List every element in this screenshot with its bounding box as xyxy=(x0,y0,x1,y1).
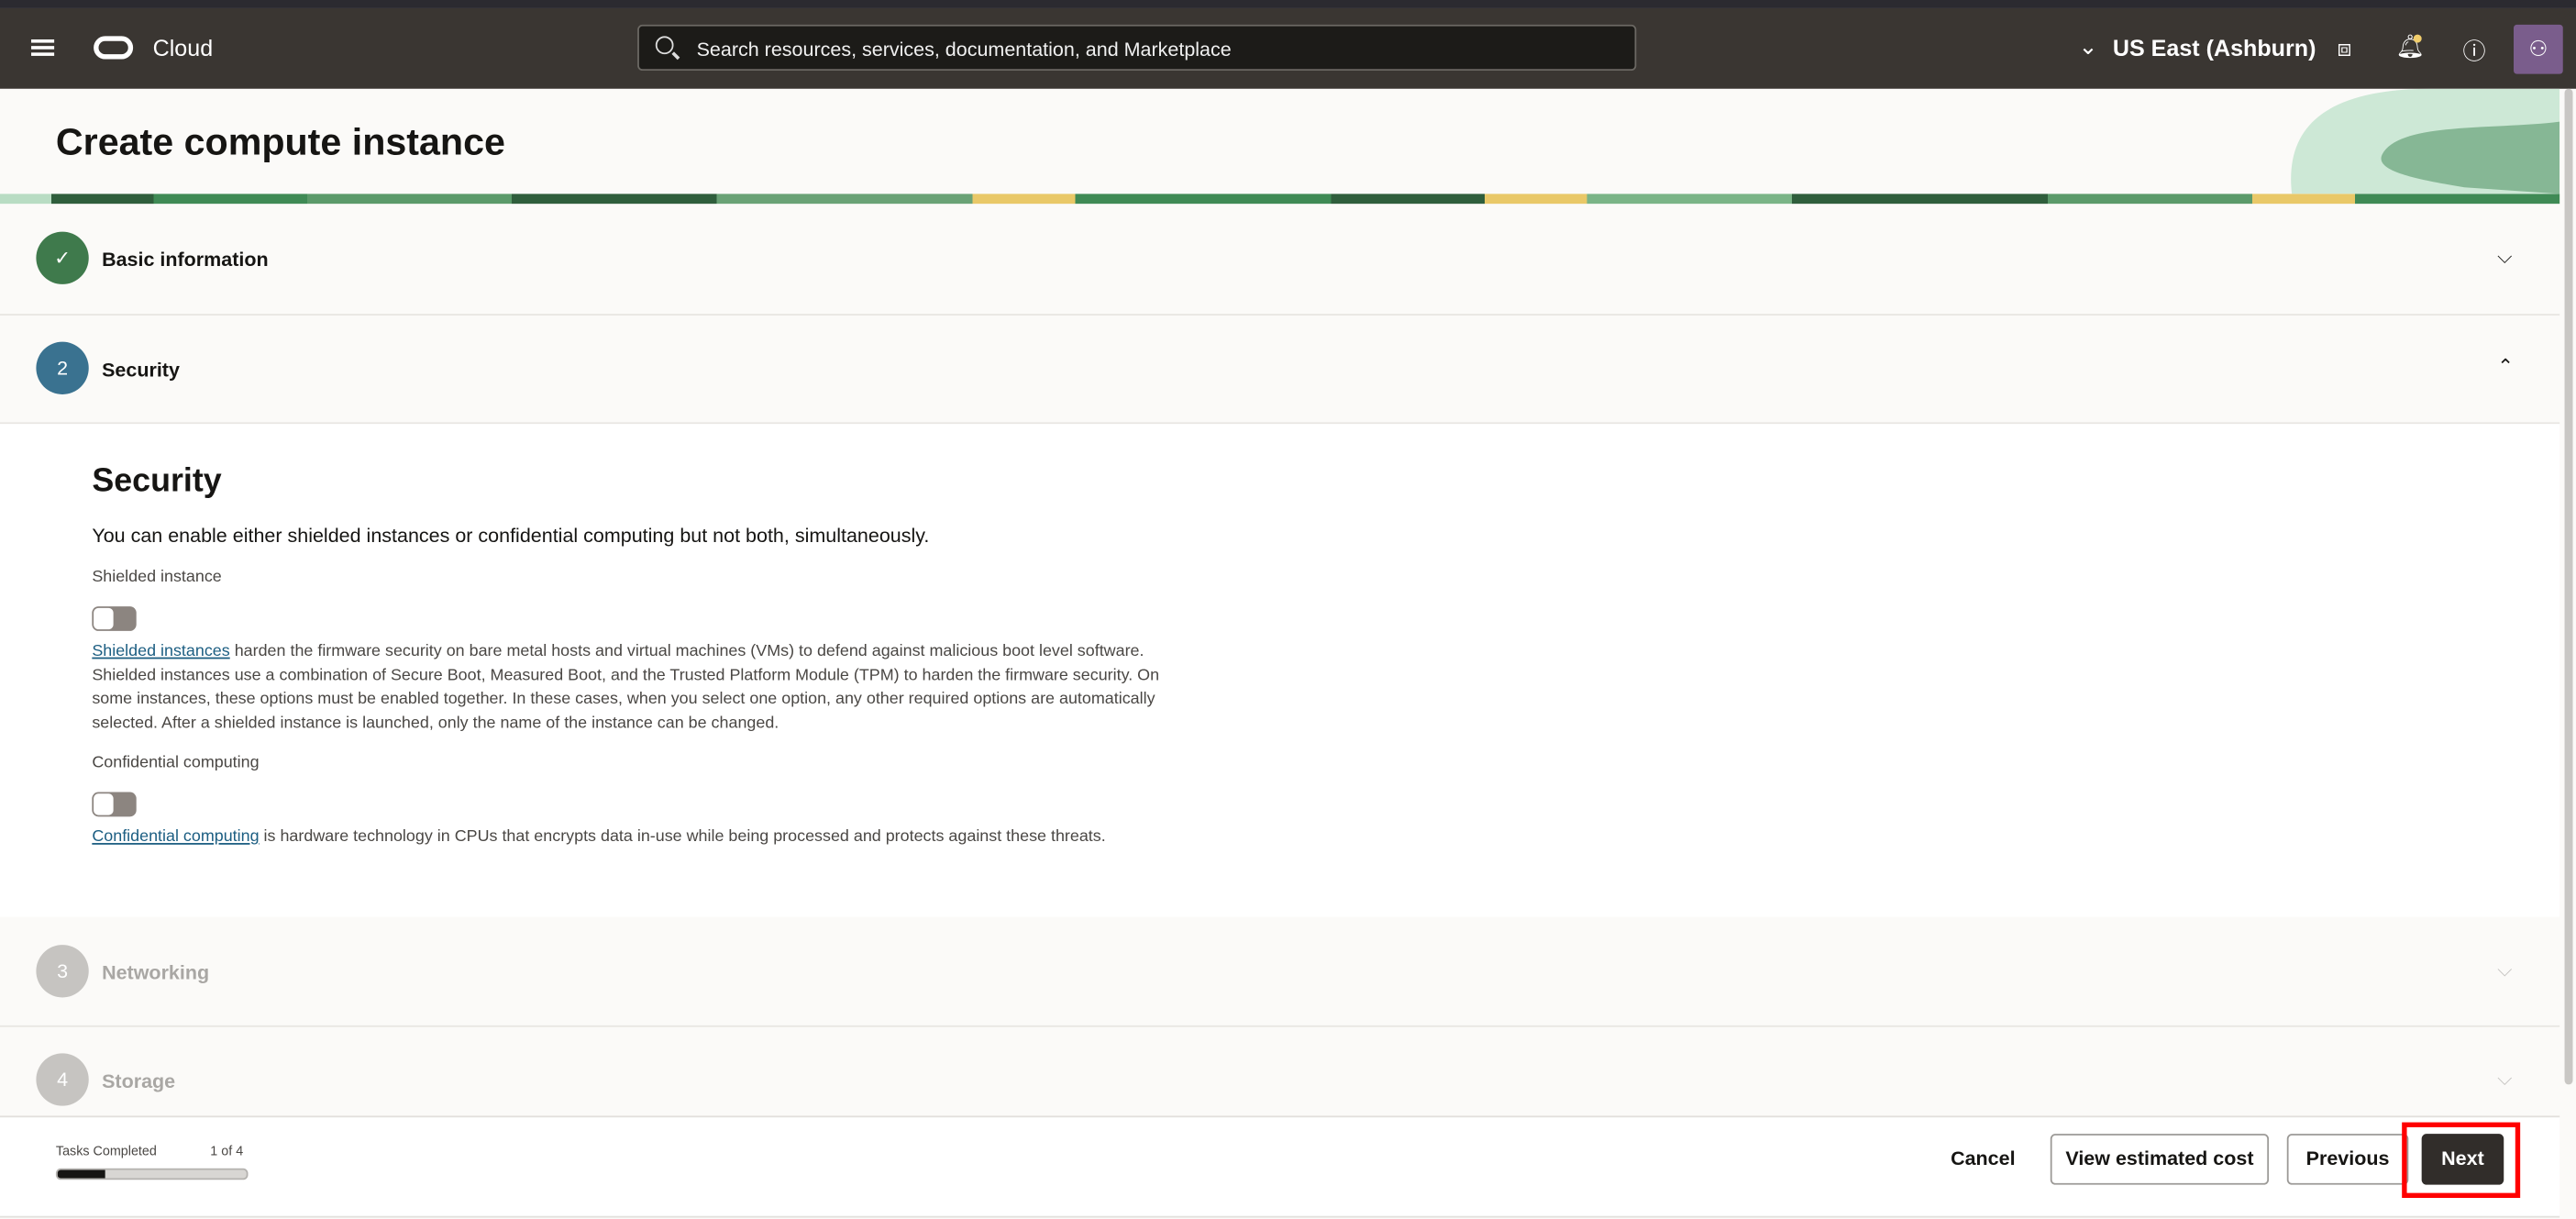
code-editor-icon[interactable]: ⧈ xyxy=(2329,35,2359,62)
menu-icon[interactable] xyxy=(31,39,55,56)
page-title: Create compute instance xyxy=(55,119,505,163)
tasks-completed-count: 1 of 4 xyxy=(210,1143,244,1159)
search-icon xyxy=(655,36,674,55)
bell-icon[interactable]: 🔔︎ xyxy=(2395,33,2425,61)
step-security[interactable]: 2 Security ⌃ xyxy=(0,314,2560,425)
confidential-computing-label: Confidential computing xyxy=(92,754,260,773)
help-icon[interactable]: ⓘ xyxy=(2460,35,2489,68)
shielded-instance-help: Shielded instances harden the firmware s… xyxy=(92,641,1176,737)
step-label: Security xyxy=(102,358,180,382)
previous-button[interactable]: Previous xyxy=(2286,1134,2409,1185)
confidential-computing-link[interactable]: Confidential computing xyxy=(92,828,259,847)
cancel-button[interactable]: Cancel xyxy=(1935,1134,2030,1185)
top-strip xyxy=(0,0,2576,8)
shielded-instances-link[interactable]: Shielded instances xyxy=(92,642,229,660)
search-placeholder: Search resources, services, documentatio… xyxy=(696,38,1232,61)
step-basic-information[interactable]: ✓ Basic information ⌵ xyxy=(0,204,2560,316)
oracle-logo[interactable] xyxy=(94,36,134,60)
decorative-banner-strip xyxy=(0,194,2560,205)
chevron-up-icon[interactable]: ⌃ xyxy=(2497,355,2514,378)
step-label: Basic information xyxy=(102,248,269,272)
tasks-progress-bar xyxy=(55,1168,249,1180)
shielded-instance-label: Shielded instance xyxy=(92,568,222,587)
page: Cloud Search resources, services, docume… xyxy=(0,0,2576,1219)
security-intro: You can enable either shielded instances… xyxy=(92,524,930,548)
region-selector[interactable]: US East (Ashburn) xyxy=(2113,35,2316,61)
confidential-computing-help: Confidential computing is hardware techn… xyxy=(92,826,1176,850)
scrollbar[interactable] xyxy=(2564,88,2573,1085)
step-storage: 4 Storage ⌵ xyxy=(0,1025,2560,1118)
step-number: 4 xyxy=(36,1053,89,1106)
step-label: Storage xyxy=(102,1069,176,1093)
section-heading: Security xyxy=(92,463,222,500)
step-networking: 3 Networking ⌵ xyxy=(0,917,2560,1027)
chevron-down-icon: ⌵ xyxy=(2497,1066,2513,1090)
progress-fill xyxy=(57,1169,105,1179)
confidential-computing-description: is hardware technology in CPUs that encr… xyxy=(259,827,1106,847)
step-number: 3 xyxy=(36,945,89,998)
chevron-down-icon[interactable]: ⌵ xyxy=(2497,245,2512,270)
brand-name[interactable]: Cloud xyxy=(153,35,214,61)
user-icon[interactable]: ⚇ xyxy=(2513,24,2563,74)
decorative-banner-art xyxy=(2291,88,2560,194)
check-icon: ✓ xyxy=(36,231,89,284)
shielded-instance-toggle[interactable] xyxy=(92,606,137,631)
search-input[interactable]: Search resources, services, documentatio… xyxy=(637,24,1637,72)
step-label: Networking xyxy=(102,961,210,985)
view-estimated-cost-button[interactable]: View estimated cost xyxy=(2050,1134,2270,1185)
chevron-down-icon[interactable]: ⌄ xyxy=(2073,33,2103,61)
tasks-completed-label: Tasks Completed xyxy=(55,1143,157,1159)
step-number: 2 xyxy=(36,341,89,394)
confidential-computing-toggle[interactable] xyxy=(92,792,137,817)
highlight-box xyxy=(2402,1122,2521,1199)
shielded-instance-description: harden the firmware security on bare met… xyxy=(92,642,1160,733)
chevron-down-icon: ⌵ xyxy=(2497,958,2513,981)
